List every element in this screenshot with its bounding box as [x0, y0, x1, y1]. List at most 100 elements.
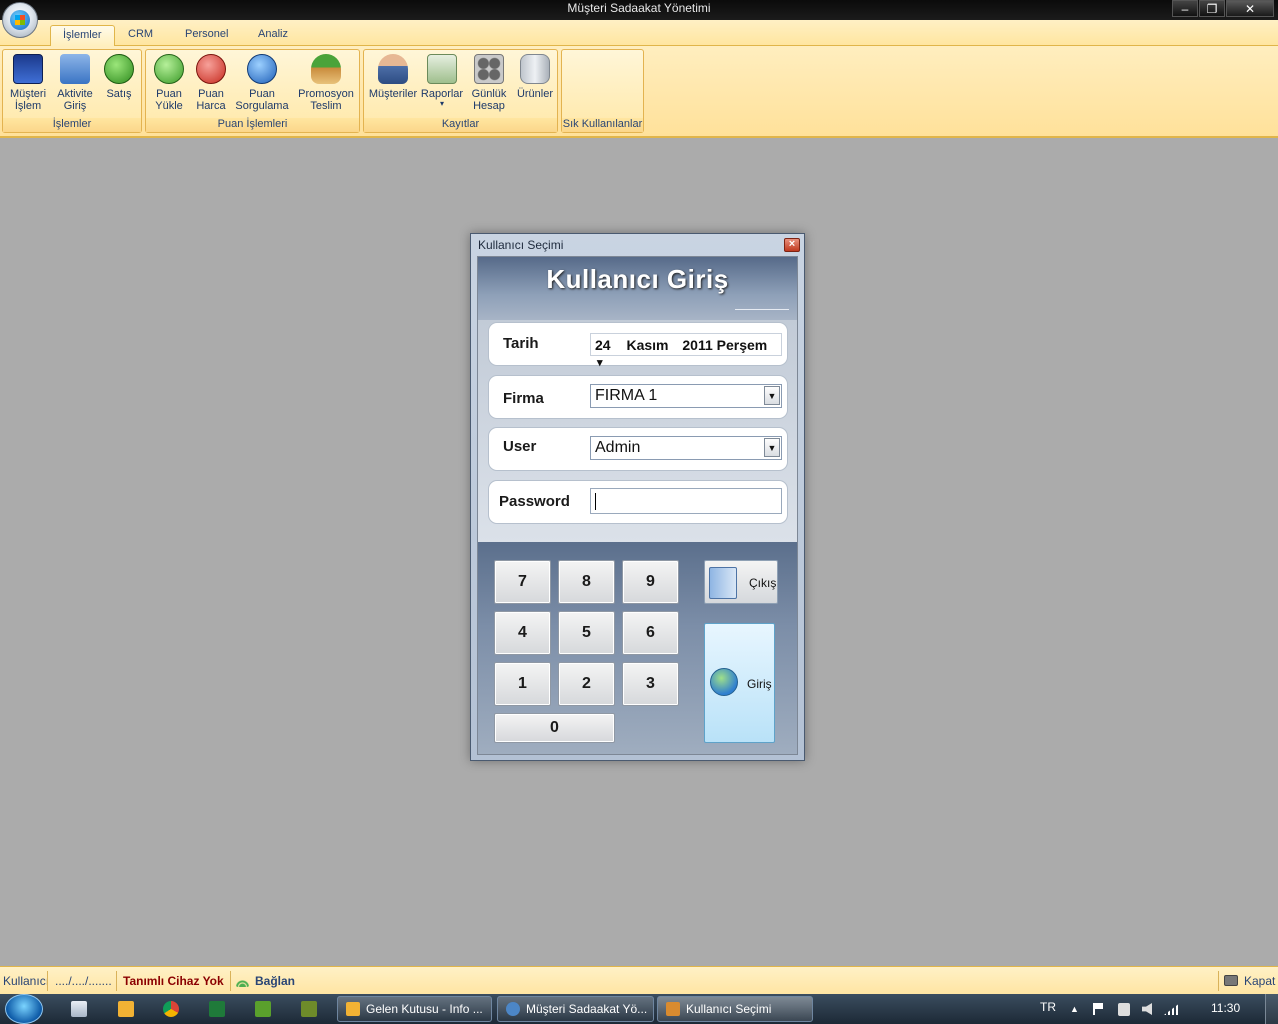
puan-yukle-button[interactable]: Puan Yükle	[150, 54, 188, 112]
key-3[interactable]: 3	[622, 662, 679, 706]
wifi-icon	[236, 974, 249, 987]
plus-circle-icon	[154, 54, 184, 84]
tab-personel[interactable]: Personel	[173, 25, 240, 46]
task-label: Kullanıcı Seçimi	[686, 1002, 772, 1016]
user-row: User Admin ▼	[488, 427, 788, 471]
login-label: Giriş	[747, 677, 772, 691]
button-label: Müşteri	[9, 88, 47, 100]
dialog-close-button[interactable]: ×	[784, 238, 800, 252]
key-2[interactable]: 2	[558, 662, 615, 706]
date-picker[interactable]: 24 Kasım 2011 Perşem ▾	[590, 333, 782, 369]
volume-icon[interactable]	[1142, 1003, 1152, 1015]
firma-row: Firma FIRMA 1 ▼	[488, 375, 788, 419]
date-year-weekday: 2011 Perşem	[682, 337, 768, 353]
key-1[interactable]: 1	[494, 662, 551, 706]
calculator-icon[interactable]	[71, 1001, 87, 1017]
ribbon-tab-bar: İşlemler CRM Personel Analiz	[0, 20, 1278, 46]
promosyon-teslim-button[interactable]: Promosyon Teslim	[296, 54, 356, 112]
status-user: Kullanıcı	[3, 974, 50, 988]
task-label: Gelen Kutusu - Info ...	[366, 1002, 483, 1016]
password-input[interactable]	[590, 488, 782, 514]
exit-button[interactable]: Çıkış	[704, 560, 778, 604]
group-puan-islemleri: Puan Yükle Puan Harca Puan Sorgulama Pro…	[145, 49, 360, 133]
tab-islemler[interactable]: İşlemler	[50, 25, 115, 46]
chevron-down-icon[interactable]: ▼	[764, 386, 780, 405]
key-8[interactable]: 8	[558, 560, 615, 604]
button-label: İşlem	[14, 100, 42, 112]
task-kullanici-secimi[interactable]: Kullanıcı Seçimi	[657, 996, 813, 1022]
puan-harca-button[interactable]: Puan Harca	[192, 54, 230, 112]
password-label: Password	[499, 493, 570, 510]
restore-button[interactable]: ❐	[1199, 0, 1225, 17]
password-row: Password	[488, 480, 788, 524]
close-window-button[interactable]: ✕	[1226, 0, 1274, 17]
start-button[interactable]	[5, 994, 43, 1024]
login-form: Tarih 24 Kasım 2011 Perşem ▾ Firma FIRMA…	[478, 320, 797, 542]
show-desktop-button[interactable]	[1265, 994, 1278, 1024]
outlook-icon[interactable]	[118, 1001, 134, 1017]
action-center-flag-icon[interactable]	[1093, 1003, 1103, 1015]
musteriler-button[interactable]: Müşteriler	[368, 54, 418, 100]
power-icon[interactable]	[1118, 1003, 1130, 1016]
app-icon[interactable]	[301, 1001, 317, 1017]
button-label: Puan	[198, 88, 224, 100]
firma-select[interactable]: FIRMA 1 ▼	[590, 384, 782, 408]
network-signal-icon[interactable]	[1164, 1003, 1180, 1015]
task-gelen-kutusu[interactable]: Gelen Kutusu - Info ...	[337, 996, 492, 1022]
user-select[interactable]: Admin ▼	[590, 436, 782, 460]
musteri-islem-button[interactable]: Müşteri İşlem	[6, 54, 50, 112]
customers-person-icon	[378, 54, 408, 84]
button-label: Günlük	[471, 88, 507, 100]
status-bar: Kullanıcı ..../..../....... Tanımlı Ciha…	[0, 966, 1278, 994]
satis-button[interactable]: Satış	[99, 54, 139, 100]
button-label: Ürünler	[516, 88, 554, 100]
key-9[interactable]: 9	[622, 560, 679, 604]
tarih-row: Tarih 24 Kasım 2011 Perşem ▾	[488, 322, 788, 369]
tab-crm[interactable]: CRM	[116, 25, 165, 46]
key-0[interactable]: 0	[494, 713, 615, 743]
exit-door-icon	[709, 567, 737, 599]
clock[interactable]: 11:30	[1211, 1001, 1240, 1015]
key-5[interactable]: 5	[558, 611, 615, 655]
aktivite-giris-button[interactable]: Aktivite Giriş	[53, 54, 97, 112]
info-circle-icon	[247, 54, 277, 84]
key-6[interactable]: 6	[622, 611, 679, 655]
button-label: Promosyon	[298, 88, 354, 100]
status-device: Tanımlı Cihaz Yok	[123, 974, 224, 988]
puan-sorgulama-button[interactable]: Puan Sorgulama	[234, 54, 290, 112]
chevron-down-icon: ▾	[597, 357, 603, 369]
date-day: 24	[595, 337, 611, 353]
show-hidden-icons[interactable]: ▲	[1070, 1004, 1079, 1014]
dialog-header: Kullanıcı Giriş	[478, 257, 797, 320]
button-label: Teslim	[310, 100, 342, 112]
download-app-icon[interactable]	[255, 1001, 271, 1017]
button-label: Harca	[196, 100, 226, 112]
refresh-sale-icon	[104, 54, 134, 84]
key-4[interactable]: 4	[494, 611, 551, 655]
tab-analiz[interactable]: Analiz	[246, 25, 300, 46]
task-musteri-sadaakat[interactable]: Müşteri Sadaakat Yö...	[497, 996, 654, 1022]
language-indicator[interactable]: TR	[1040, 1000, 1056, 1014]
close-app-icon	[1224, 975, 1238, 986]
urunler-button[interactable]: Ürünler	[514, 54, 556, 100]
chrome-icon[interactable]	[163, 1001, 179, 1017]
raporlar-dropdown-button[interactable]: Raporlar ▾	[420, 54, 464, 108]
chevron-down-icon[interactable]: ▼	[764, 438, 780, 457]
window-icon	[666, 1002, 680, 1016]
windows-logo-icon	[10, 10, 30, 30]
minimize-button[interactable]: –	[1172, 0, 1198, 17]
database-icon	[520, 54, 550, 84]
close-app-button[interactable]: Kapat	[1244, 974, 1275, 988]
button-label: Sorgulama	[235, 100, 289, 112]
key-7[interactable]: 7	[494, 560, 551, 604]
excel-icon[interactable]	[209, 1001, 225, 1017]
login-button[interactable]: Giriş	[704, 623, 775, 743]
button-label: Puan	[249, 88, 275, 100]
gunluk-hesap-button[interactable]: Günlük Hesap	[466, 54, 512, 112]
header-divider	[735, 309, 789, 310]
application-menu-orb[interactable]	[2, 2, 38, 38]
user-selected-value: Admin	[595, 439, 641, 456]
button-label: Hesap	[473, 100, 505, 112]
taskbar: Gelen Kutusu - Info ... Müşteri Sadaakat…	[0, 994, 1278, 1024]
connect-link[interactable]: Bağlan	[255, 974, 295, 988]
